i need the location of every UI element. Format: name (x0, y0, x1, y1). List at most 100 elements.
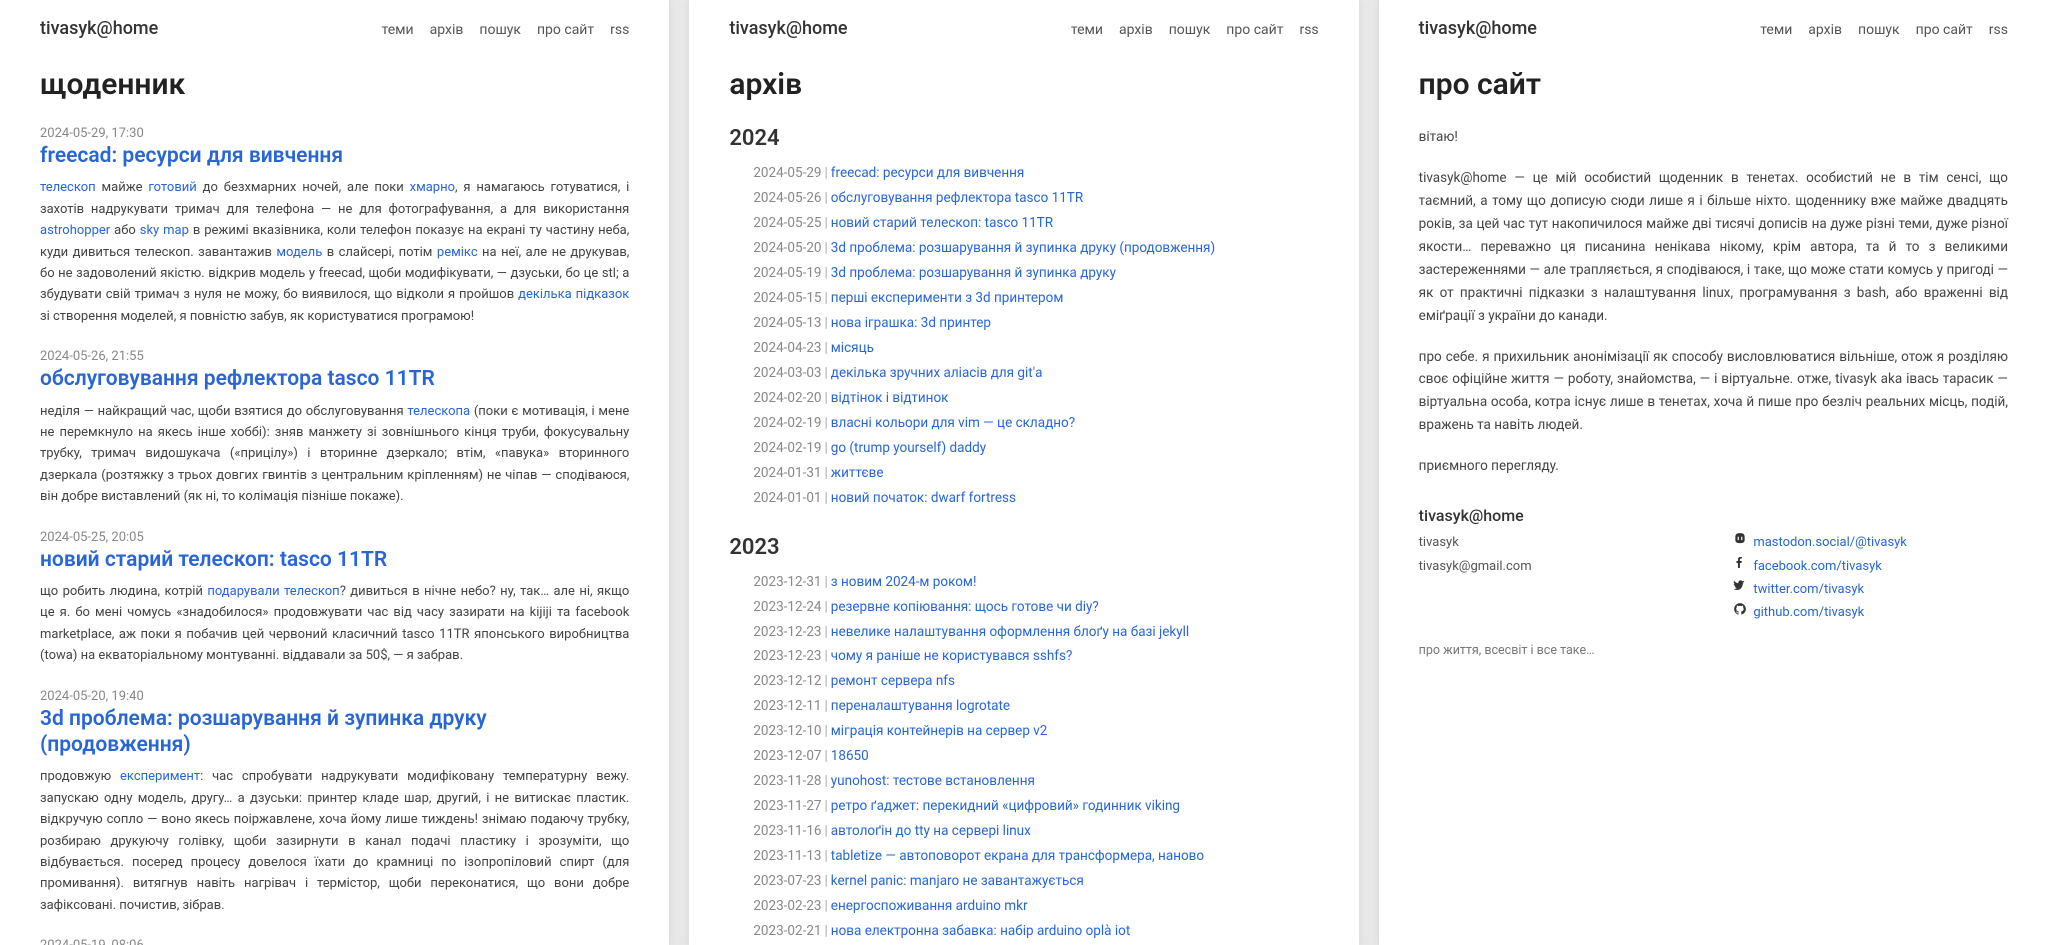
nav-link-rss[interactable]: rss (610, 22, 629, 38)
nav-link-пошук[interactable]: пошук (1169, 22, 1211, 38)
nav-link-архів[interactable]: архів (430, 22, 464, 38)
facebook-icon (1733, 555, 1747, 578)
separator: | (825, 624, 828, 640)
post-date: 2024-05-25, 20:05 (40, 530, 629, 545)
archive-link[interactable]: 3d проблема: розшарування й зупинка друк… (831, 265, 1116, 281)
archive-list: 2023-12-31|з новим 2024-м роком! 2023-12-… (729, 570, 1318, 945)
archive-link[interactable]: декілька зручних аліасів для git'а (831, 365, 1043, 381)
archive-link[interactable]: власні кольори для vim — це складно? (831, 415, 1075, 431)
archive-link[interactable]: життєве (831, 465, 884, 481)
archive-item: 2023-11-13|tabletize — автоповорот екран… (753, 844, 1318, 869)
archive-container: 20242024-05-29|freecad: ресурси для вивч… (729, 126, 1318, 945)
footer-social-link[interactable]: facebook.com/tivasyk (1733, 555, 2008, 578)
separator: | (825, 698, 828, 714)
archive-link[interactable]: нова іграшка: 3d принтер (831, 315, 991, 331)
footer-social-link[interactable]: github.com/tivasyk (1733, 601, 2008, 624)
archive-link[interactable]: резервне копіювання: щось готове чи diy? (831, 599, 1099, 615)
archive-item: 2024-02-19|go (trump yourself) daddy (753, 436, 1318, 461)
archive-link[interactable]: новий початок: dwarf fortress (831, 490, 1016, 506)
archive-link[interactable]: перші експерименти з 3d принтером (831, 290, 1064, 306)
archive-item: 2023-12-10|міграція контейнерів на серве… (753, 719, 1318, 744)
archive-link[interactable]: go (trump yourself) daddy (831, 440, 986, 456)
archive-item: 2023-12-11|переналаштування logrotate (753, 694, 1318, 719)
archive-item: 2024-05-25|новий старий телескоп: tasco … (753, 211, 1318, 236)
archive-date: 2024-05-20 (753, 240, 821, 256)
archive-link[interactable]: yunohost: тестове встановлення (831, 773, 1035, 789)
posts-container: 2024-05-29, 17:30freecad: ресурси для ви… (40, 126, 629, 945)
site-brand[interactable]: tivasyk@home (40, 18, 158, 39)
archive-item: 2024-05-26|обслуговування рефлектора tas… (753, 186, 1318, 211)
nav-link-про сайт[interactable]: про сайт (537, 22, 594, 38)
nav-link-про сайт[interactable]: про сайт (1226, 22, 1283, 38)
archive-item: 2024-02-20|відтінок і відтинок (753, 386, 1318, 411)
post-title[interactable]: обслуговування рефлектора tasco 11TR (40, 366, 629, 392)
archive-link[interactable]: kernel panic: manjaro не завантажується (831, 873, 1084, 889)
archive-link[interactable]: tabletize — автоповорот екрана для транс… (831, 848, 1204, 864)
separator: | (825, 390, 828, 406)
archive-link[interactable]: нова електронна забавка: набір arduino o… (831, 923, 1130, 939)
footer-social-link[interactable]: mastodon.social/@tivasyk (1733, 531, 2008, 554)
archive-link[interactable]: невелике налаштування оформлення блоґу н… (831, 624, 1189, 640)
archive-date: 2023-12-24 (753, 599, 821, 615)
archive-date: 2023-12-23 (753, 624, 821, 640)
archive-link[interactable]: новий старий телескоп: tasco 11TR (831, 215, 1053, 231)
archive-link[interactable]: переналаштування logrotate (831, 698, 1010, 714)
post-date: 2024-05-26, 21:55 (40, 349, 629, 364)
archive-date: 2023-11-27 (753, 798, 821, 814)
archive-link[interactable]: енергоспоживання arduino mkr (831, 898, 1028, 914)
nav-link-rss[interactable]: rss (1299, 22, 1318, 38)
archive-link[interactable]: відтінок і відтинок (831, 390, 949, 406)
post: 2024-05-19, 08:063d проблема: розшаруван… (40, 938, 629, 945)
nav-link-теми[interactable]: теми (1760, 22, 1792, 38)
nav-link-пошук[interactable]: пошук (1858, 22, 1900, 38)
separator: | (825, 165, 828, 181)
nav-link-теми[interactable]: теми (1071, 22, 1103, 38)
nav-link-пошук[interactable]: пошук (479, 22, 521, 38)
archive-link[interactable]: чому я раніше не користувався sshfs? (831, 648, 1073, 664)
page-title: архів (729, 67, 1318, 102)
archive-link[interactable]: автолоґін до tty на сервері linux (831, 823, 1031, 839)
post-title[interactable]: новий старий телескоп: tasco 11TR (40, 547, 629, 573)
nav-link-про сайт[interactable]: про сайт (1916, 22, 1973, 38)
footer-tagline: про життя, всесвіт і все таке… (1419, 643, 2008, 658)
post-title[interactable]: 3d проблема: розшарування й зупинка друк… (40, 706, 629, 759)
archive-link[interactable]: обслуговування рефлектора tasco 11TR (831, 190, 1083, 206)
archive-item: 2023-12-31|з новим 2024-м роком! (753, 570, 1318, 595)
footer-social-link[interactable]: twitter.com/tivasyk (1733, 578, 2008, 601)
nav-link-архів[interactable]: архів (1808, 22, 1842, 38)
post-title[interactable]: freecad: ресурси для вивчення (40, 143, 629, 169)
separator: | (825, 415, 828, 431)
archive-link[interactable]: 18650 (831, 748, 869, 764)
archive-link[interactable]: з новим 2024-м роком! (831, 574, 977, 590)
archive-item: 2024-05-15|перші експерименти з 3d принт… (753, 286, 1318, 311)
footer-social-text: twitter.com/tivasyk (1753, 578, 1864, 601)
site-brand[interactable]: tivasyk@home (729, 18, 847, 39)
separator: | (825, 340, 828, 356)
mastodon-icon (1733, 531, 1747, 554)
separator: | (825, 748, 828, 764)
panel-about: tivasyk@home теми архів пошук про сайт rss п… (1379, 0, 2048, 945)
archive-item: 2023-12-07|18650 (753, 744, 1318, 769)
archive-link[interactable]: ремонт сервера nfs (831, 673, 955, 689)
archive-link[interactable]: міграція контейнерів на сервер v2 (831, 723, 1048, 739)
separator: | (825, 190, 828, 206)
main-nav: теми архів пошук про сайт rss (1071, 22, 1319, 38)
archive-date: 2024-03-03 (753, 365, 821, 381)
archive-link[interactable]: ретро ґаджет: перекидний «цифровий» годи… (831, 798, 1180, 814)
archive-item: 2024-04-23|місяць (753, 336, 1318, 361)
archive-date: 2023-07-23 (753, 873, 821, 889)
archive-item: 2024-05-20|3d проблема: розшарування й з… (753, 236, 1318, 261)
archive-link[interactable]: місяць (831, 340, 874, 356)
post: 2024-05-20, 19:40 3d проблема: розшаруван… (40, 689, 629, 917)
nav-link-теми[interactable]: теми (382, 22, 414, 38)
archive-date: 2023-02-21 (753, 923, 821, 939)
archive-item: 2024-02-19|власні кольори для vim — це с… (753, 411, 1318, 436)
archive-link[interactable]: 3d проблема: розшарування й зупинка друк… (831, 240, 1215, 256)
nav-link-rss[interactable]: rss (1989, 22, 2008, 38)
site-brand[interactable]: tivasyk@home (1419, 18, 1537, 39)
post-date: 2024-05-20, 19:40 (40, 689, 629, 704)
archive-date: 2023-12-07 (753, 748, 821, 764)
archive-link[interactable]: freecad: ресурси для вивчення (831, 165, 1025, 181)
archive-date: 2024-05-25 (753, 215, 821, 231)
nav-link-архів[interactable]: архів (1119, 22, 1153, 38)
